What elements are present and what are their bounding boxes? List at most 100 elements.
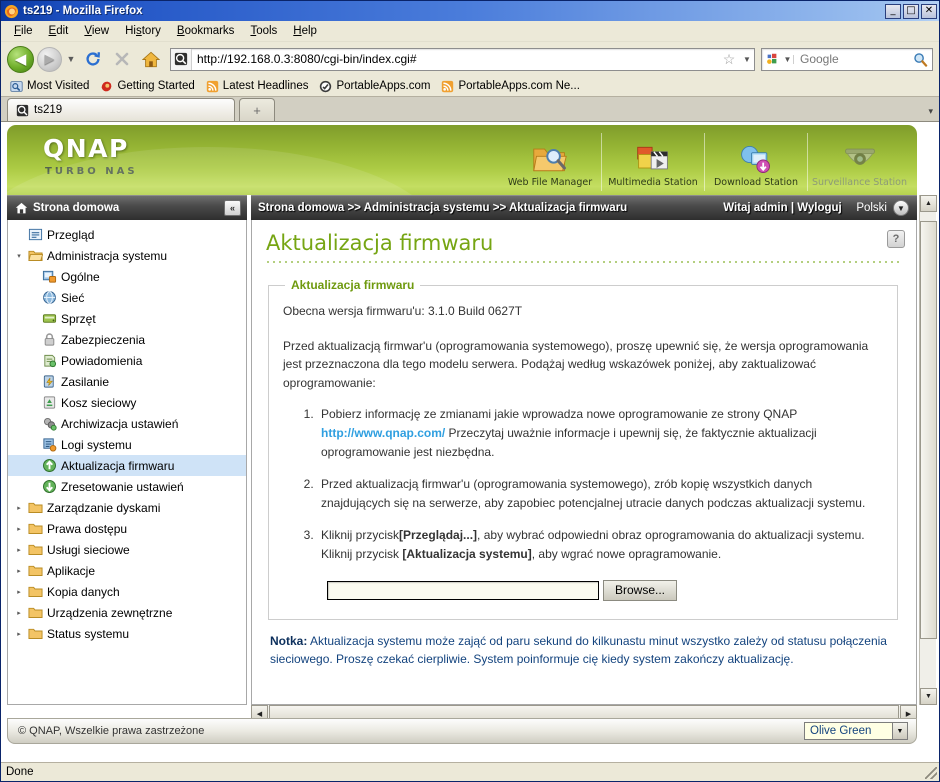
sidebar-item-4[interactable]: Sprzęt	[8, 308, 246, 329]
bookmark-star-icon[interactable]: ☆	[718, 51, 740, 68]
sidebar-item-label: Zresetowanie ustawień	[61, 479, 184, 494]
app-download-station[interactable]: Download Station	[705, 133, 808, 191]
folder-icon	[27, 586, 43, 597]
stop-icon[interactable]	[109, 46, 135, 72]
sidebar-item-14[interactable]: ▸ Prawa dostępu	[8, 518, 246, 539]
menu-tools[interactable]: Tools	[243, 23, 284, 39]
expand-chevron-icon[interactable]: ▸	[12, 567, 26, 575]
sidebar-item-0[interactable]: Przegląd	[8, 224, 246, 245]
url-bar[interactable]: http://192.168.0.3:8080/cgi-bin/index.cg…	[170, 47, 755, 71]
theme-select[interactable]: Olive Green ▼	[804, 722, 908, 740]
sidebar-item-2[interactable]: Ogólne	[8, 266, 246, 287]
bookmark-most-visited[interactable]: Most Visited	[7, 79, 94, 94]
site-identity-icon[interactable]	[171, 48, 192, 70]
maximize-button[interactable]: □	[903, 3, 919, 19]
url-dropdown-icon[interactable]: ▼	[740, 55, 754, 64]
menu-edit[interactable]: Edit	[42, 23, 76, 39]
bookmark-portableapps[interactable]: PortableApps.com	[316, 79, 435, 94]
browse-button[interactable]: Browse...	[603, 579, 678, 601]
sidebar-item-6[interactable]: Powiadomienia	[8, 350, 246, 371]
help-button[interactable]: ?	[887, 230, 905, 248]
resize-grip[interactable]	[925, 767, 937, 779]
expand-chevron-icon[interactable]: ▸	[12, 588, 26, 596]
expand-chevron-icon[interactable]: ▾	[12, 252, 26, 260]
app-multimedia-station[interactable]: Multimedia Station	[602, 133, 705, 191]
menu-history[interactable]: History	[118, 23, 168, 39]
intro-text: Przed aktualizacją firmwar'u (oprogramow…	[283, 338, 869, 390]
sidebar-header-label: Strona domowa	[33, 202, 120, 214]
close-button[interactable]: ✕	[921, 3, 937, 19]
google-icon[interactable]	[762, 52, 782, 66]
forward-button[interactable]: ▶	[37, 46, 62, 72]
bookmark-portableapps-news[interactable]: PortableApps.com Ne...	[438, 79, 584, 94]
page-vertical-scrollbar[interactable]: ▲ ▼	[919, 195, 937, 705]
sidebar-item-19[interactable]: ▸ Status systemu	[8, 623, 246, 644]
home-icon	[15, 202, 28, 213]
back-button[interactable]: ◀	[7, 45, 34, 73]
sidebar-nav[interactable]: Przegląd ▾ Administracja systemu Ogólne Sieć…	[7, 220, 247, 705]
notify-icon	[43, 354, 56, 368]
menu-view[interactable]: View	[77, 23, 116, 39]
search-engine-chevron-icon[interactable]: ▼	[782, 54, 794, 64]
hardware-icon	[40, 311, 58, 326]
sidebar-item-18[interactable]: ▸ Urządzenia zewnętrzne	[8, 602, 246, 623]
app-surveillance-station[interactable]: Surveillance Station	[808, 133, 911, 191]
sidebar-item-9[interactable]: Archiwizacja ustawień	[8, 413, 246, 434]
sidebar-item-5[interactable]: Zabezpieczenia	[8, 329, 246, 350]
search-input[interactable]: Google	[794, 52, 908, 66]
scroll-up-button[interactable]: ▲	[920, 195, 937, 212]
expand-chevron-icon[interactable]: ▸	[12, 504, 26, 512]
expand-chevron-icon[interactable]: ▸	[12, 630, 26, 638]
reload-icon[interactable]	[80, 46, 106, 72]
sidebar-item-1[interactable]: ▾ Administracja systemu	[8, 245, 246, 266]
scrollbar-thumb[interactable]	[920, 221, 937, 639]
sidebar-item-12[interactable]: Zresetowanie ustawień	[8, 476, 246, 497]
breadcrumb-bar: Strona domowa >> Administracja systemu >…	[251, 195, 917, 220]
sidebar-item-10[interactable]: Logi systemu	[8, 434, 246, 455]
app-web-file-manager[interactable]: Web File Manager	[499, 133, 602, 191]
expand-chevron-icon[interactable]: ▸	[12, 525, 26, 533]
expand-chevron-icon[interactable]: ▸	[12, 609, 26, 617]
sidebar-item-13[interactable]: ▸ Zarządzanie dyskami	[8, 497, 246, 518]
sidebar-collapse-button[interactable]: «	[224, 200, 241, 216]
web-page: QNAP TURBO NAS Web File Manager Multimed…	[1, 122, 939, 762]
multimedia-icon	[635, 141, 671, 177]
tab-ts219[interactable]: ts219	[7, 98, 235, 121]
sidebar-item-7[interactable]: Zasilanie	[8, 371, 246, 392]
search-bar[interactable]: ▼ Google	[761, 47, 933, 71]
app-label: Download Station	[713, 177, 798, 188]
scroll-down-button[interactable]: ▼	[920, 688, 937, 705]
welcome-logout[interactable]: Witaj admin | Wyloguj	[723, 202, 842, 214]
folder-icon	[26, 521, 44, 536]
home-icon[interactable]	[138, 46, 164, 72]
tab-list-chevron-icon[interactable]: ▾	[928, 106, 933, 117]
menu-help[interactable]: Help	[286, 23, 324, 39]
bookmark-getting-started[interactable]: Getting Started	[97, 79, 199, 94]
folder-icon	[27, 544, 43, 555]
sidebar-item-8[interactable]: Kosz sieciowy	[8, 392, 246, 413]
expand-chevron-icon[interactable]: ▸	[12, 546, 26, 554]
sidebar-item-17[interactable]: ▸ Kopia danych	[8, 581, 246, 602]
sidebar-item-3[interactable]: Sieć	[8, 287, 246, 308]
chevron-down-icon[interactable]: ▼	[892, 723, 907, 739]
minimize-button[interactable]: _	[885, 3, 901, 19]
search-icon[interactable]	[908, 52, 932, 67]
rss-icon	[442, 80, 454, 92]
navigation-toolbar: ◀ ▶ ▼ http://192.168.0.3:8080/cgi-bin/in…	[1, 42, 939, 76]
new-tab-button[interactable]: +	[239, 98, 275, 121]
qnap-banner: QNAP TURBO NAS Web File Manager Multimed…	[7, 125, 917, 195]
firmware-file-input[interactable]	[327, 580, 599, 600]
menu-bookmarks[interactable]: Bookmarks	[170, 23, 242, 39]
qnap-website-link[interactable]: http://www.qnap.com/	[321, 426, 445, 440]
sidebar-item-15[interactable]: ▸ Usługi sieciowe	[8, 539, 246, 560]
fieldset-legend: Aktualizacja firmwaru	[285, 278, 421, 292]
bookmark-label: PortableApps.com Ne...	[458, 80, 580, 92]
sidebar-item-16[interactable]: ▸ Aplikacje	[8, 560, 246, 581]
step-text-before-link: Pobierz informację ze zmianami jakie wpr…	[321, 407, 797, 422]
language-chevron-down-icon[interactable]: ▼	[893, 200, 909, 216]
menu-file[interactable]: File	[7, 23, 40, 39]
sidebar-item-11[interactable]: Aktualizacja firmwaru	[8, 455, 246, 476]
bookmark-latest-headlines[interactable]: Latest Headlines	[203, 79, 314, 94]
history-dropdown-icon[interactable]: ▼	[65, 54, 77, 64]
url-input[interactable]: http://192.168.0.3:8080/cgi-bin/index.cg…	[192, 52, 718, 66]
